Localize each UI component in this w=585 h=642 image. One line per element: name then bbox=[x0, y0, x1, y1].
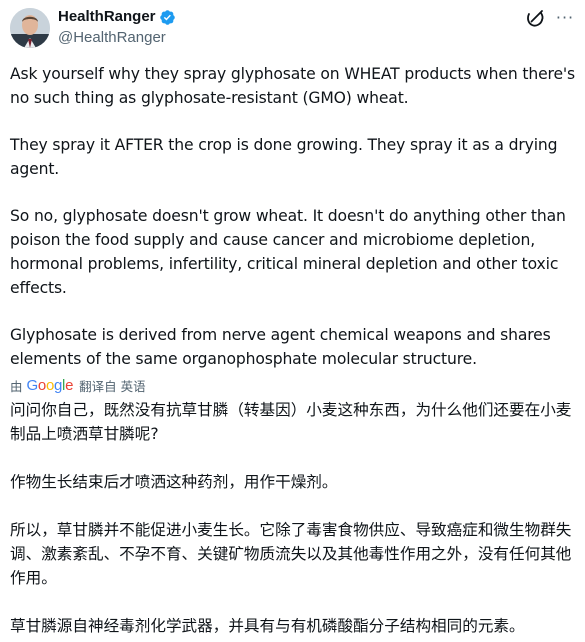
translated-paragraph: 草甘膦源自神经毒剂化学武器，并具有与有机磷酸酯分子结构相同的元素。 bbox=[10, 617, 525, 635]
tweet-text: Ask yourself why they spray glyphosate o… bbox=[10, 62, 575, 371]
display-name-row: HealthRanger bbox=[58, 7, 176, 27]
translated-from-label: 翻译自 英语 bbox=[79, 378, 146, 394]
verified-badge-icon bbox=[159, 9, 176, 26]
avatar[interactable] bbox=[10, 8, 50, 48]
translated-paragraph: 问问你自己，既然没有抗草甘膦（转基因）小麦这种东西，为什么他们还要在小麦制品上喷… bbox=[10, 401, 572, 443]
author-handle[interactable]: @HealthRanger bbox=[58, 28, 176, 48]
translated-paragraph: 作物生长结束后才喷洒这种药剂，用作干燥剂。 bbox=[10, 473, 338, 491]
tweet-paragraph: Ask yourself why they spray glyphosate o… bbox=[10, 65, 575, 107]
tweet-header: HealthRanger @HealthRanger ··· bbox=[10, 6, 575, 50]
translation-attribution: 由 Google 翻译自 英语 bbox=[10, 375, 146, 395]
tweet-paragraph: So no, glyphosate doesn't grow wheat. It… bbox=[10, 207, 566, 297]
tweet-paragraph: Glyphosate is derived from nerve agent c… bbox=[10, 326, 551, 368]
translated-text: 问问你自己，既然没有抗草甘膦（转基因）小麦这种东西，为什么他们还要在小麦制品上喷… bbox=[10, 398, 575, 638]
more-options-icon[interactable]: ··· bbox=[555, 8, 575, 28]
translated-by-label: 由 bbox=[10, 378, 23, 394]
display-name[interactable]: HealthRanger bbox=[58, 7, 156, 27]
tweet-paragraph: They spray it AFTER the crop is done gro… bbox=[10, 136, 558, 178]
translated-paragraph: 所以，草甘膦并不能促进小麦生长。它除了毒害食物供应、导致癌症和微生物群失调、激素… bbox=[10, 521, 572, 587]
author-names: HealthRanger @HealthRanger bbox=[58, 7, 176, 48]
grok-icon[interactable] bbox=[525, 9, 545, 29]
google-logo: Google bbox=[26, 376, 74, 394]
